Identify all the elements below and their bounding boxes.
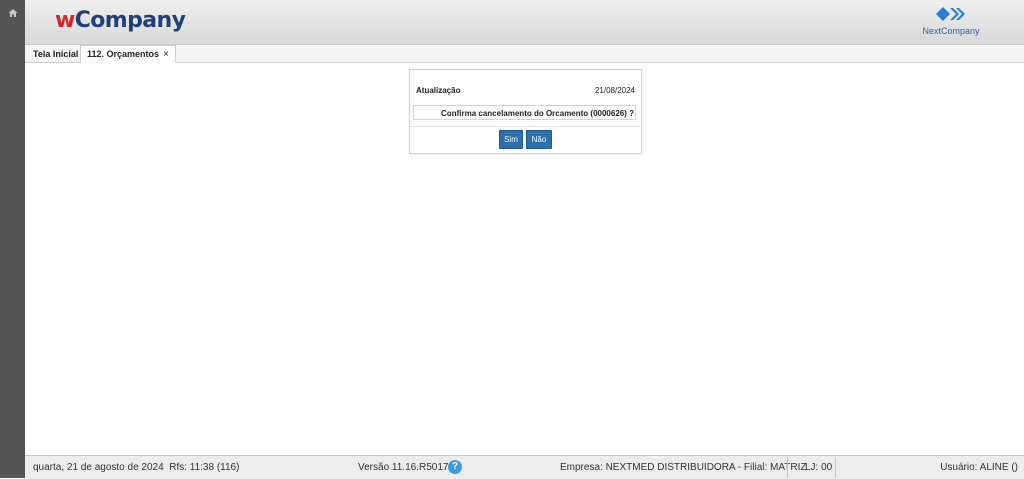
tab-orcamentos[interactable]: 112. Orçamentos × bbox=[80, 45, 176, 63]
divider bbox=[835, 457, 836, 478]
dialog-title: Atualização bbox=[416, 86, 461, 95]
tab-tela-inicial[interactable]: Tela Inicial bbox=[27, 46, 84, 62]
status-bar: quarta, 21 de agosto de 2024 Rfs: 11:38 … bbox=[25, 455, 1024, 479]
home-button[interactable] bbox=[0, 0, 25, 26]
dialog-message: Confirma cancelamento do Orcamento (0000… bbox=[413, 105, 636, 120]
tab-label: Tela Inicial bbox=[33, 49, 79, 59]
status-empresa: Empresa: NEXTMED DISTRIBUIDORA - Filial:… bbox=[560, 462, 807, 473]
home-icon bbox=[8, 9, 17, 17]
tab-bar: Tela Inicial 112. Orçamentos × bbox=[25, 45, 1024, 63]
help-icon[interactable]: ? bbox=[448, 460, 462, 474]
status-user: Usuário: ALINE () bbox=[940, 462, 1018, 473]
close-icon[interactable]: × bbox=[163, 49, 169, 60]
left-sidebar bbox=[0, 0, 25, 478]
divider bbox=[410, 126, 641, 127]
wcompany-logo: wCompany bbox=[55, 8, 186, 33]
dialog-date: 21/08/2024 bbox=[594, 86, 635, 95]
confirm-dialog: Atualização 21/08/2024 Confirma cancelam… bbox=[409, 69, 642, 154]
brand-text: NextCompany bbox=[922, 26, 980, 36]
tab-label: 112. Orçamentos bbox=[87, 49, 160, 59]
divider bbox=[787, 457, 788, 478]
status-lj: LJ: 00 bbox=[805, 462, 833, 473]
nextcompany-brand: NextCompany bbox=[916, 4, 986, 36]
no-button[interactable]: Não bbox=[526, 130, 552, 149]
status-version: Versão 11.16.R5017 bbox=[358, 462, 449, 473]
status-date: quarta, 21 de agosto de 2024 Rfs: 11:38 … bbox=[33, 462, 240, 473]
diamond-arrows-icon bbox=[936, 7, 965, 21]
app-header: wCompany NextCompany bbox=[25, 0, 1024, 45]
yes-button[interactable]: Sim bbox=[499, 130, 523, 149]
